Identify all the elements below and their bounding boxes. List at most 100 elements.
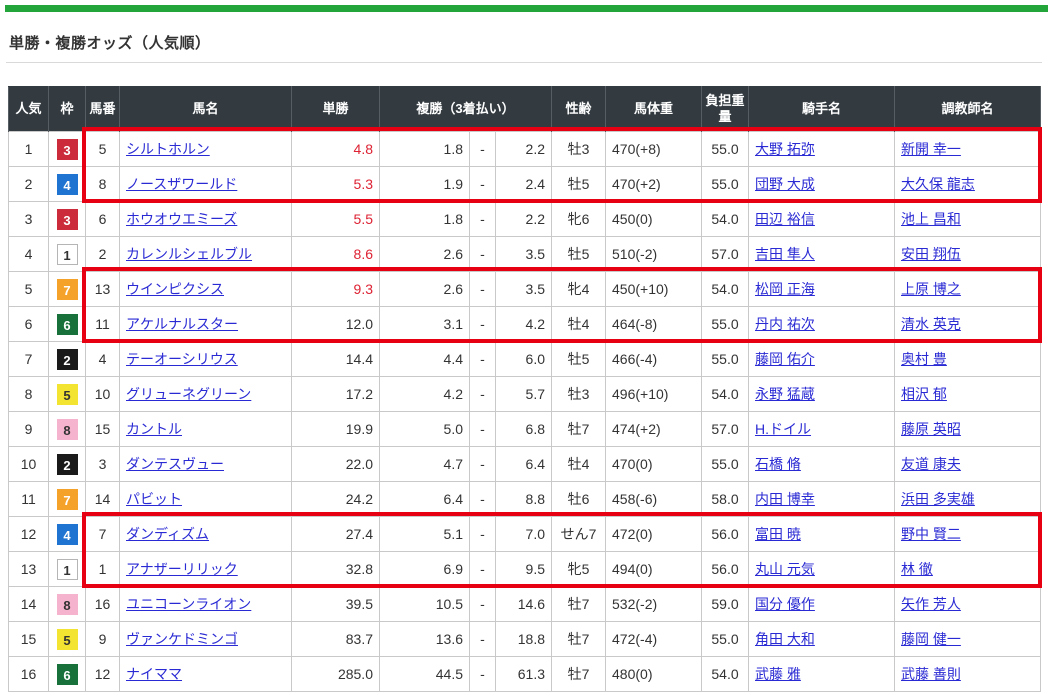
trainer-link[interactable]: 林 徹 — [901, 561, 933, 577]
carry-weight-cell: 54.0 — [702, 657, 749, 692]
rank-cell: 4 — [9, 237, 49, 272]
trainer-link[interactable]: 武藤 善則 — [901, 666, 961, 682]
horse-name-cell: グリューネグリーン — [120, 377, 292, 412]
jockey-cell: 永野 猛蔵 — [749, 377, 895, 412]
horse-name-link[interactable]: ダンテスヴュー — [126, 456, 224, 472]
horse-number-cell: 9 — [86, 622, 120, 657]
horse-name-cell: ダンディズム — [120, 517, 292, 552]
place-odds-separator: - — [470, 412, 496, 447]
rank-cell: 13 — [9, 552, 49, 587]
place-odds-high-cell: 5.7 — [496, 377, 552, 412]
horse-name-link[interactable]: アケルナルスター — [126, 316, 238, 332]
jockey-link[interactable]: 丹内 祐次 — [755, 316, 815, 332]
sex-age-cell: 牝4 — [552, 272, 606, 307]
sex-age-cell: 牡7 — [552, 622, 606, 657]
header-horse-weight: 馬体重 — [606, 87, 702, 132]
horse-name-link[interactable]: ナイママ — [126, 666, 182, 682]
trainer-link[interactable]: 奥村 豊 — [901, 351, 947, 367]
jockey-link[interactable]: 内田 博幸 — [755, 491, 815, 507]
rank-cell: 14 — [9, 587, 49, 622]
frame-badge: 7 — [57, 279, 78, 300]
trainer-cell: 武藤 善則 — [895, 657, 1041, 692]
header-place-odds: 複勝（3着払い） — [380, 87, 552, 132]
horse-name-link[interactable]: アナザーリリック — [126, 561, 238, 577]
jockey-link[interactable]: 国分 優作 — [755, 596, 815, 612]
trainer-link[interactable]: 藤原 英昭 — [901, 421, 961, 437]
header-sex-age: 性齢 — [552, 87, 606, 132]
horse-name-link[interactable]: カントル — [126, 421, 182, 437]
trainer-cell: 大久保 龍志 — [895, 167, 1041, 202]
frame-badge: 5 — [57, 384, 78, 405]
trainer-link[interactable]: 上原 博之 — [901, 281, 961, 297]
horse-number-cell: 4 — [86, 342, 120, 377]
horse-name-link[interactable]: ウインピクシス — [126, 281, 224, 297]
rank-cell: 15 — [9, 622, 49, 657]
horse-name-link[interactable]: ヴァンケドミンゴ — [126, 631, 238, 647]
trainer-link[interactable]: 新開 幸一 — [901, 141, 961, 157]
horse-weight-cell: 496(+10) — [606, 377, 702, 412]
trainer-link[interactable]: 矢作 芳人 — [901, 596, 961, 612]
rank-cell: 2 — [9, 167, 49, 202]
jockey-link[interactable]: H.ドイル — [755, 421, 811, 437]
trainer-link[interactable]: 野中 賢二 — [901, 526, 961, 542]
horse-name-link[interactable]: ホウオウエミーズ — [126, 211, 237, 227]
place-odds-high-cell: 2.4 — [496, 167, 552, 202]
horse-name-link[interactable]: ダンディズム — [126, 526, 209, 542]
trainer-cell: 藤岡 健一 — [895, 622, 1041, 657]
frame-cell: 3 — [49, 132, 86, 167]
horse-name-link[interactable]: グリューネグリーン — [126, 386, 251, 402]
jockey-link[interactable]: 石橋 脩 — [755, 456, 801, 472]
jockey-link[interactable]: 武藤 雅 — [755, 666, 801, 682]
carry-weight-cell: 54.0 — [702, 202, 749, 237]
jockey-link[interactable]: 角田 大和 — [755, 631, 815, 647]
jockey-link[interactable]: 藤岡 佑介 — [755, 351, 815, 367]
carry-weight-cell: 55.0 — [702, 447, 749, 482]
sex-age-cell: 牡7 — [552, 587, 606, 622]
horse-name-cell: アナザーリリック — [120, 552, 292, 587]
place-odds-separator: - — [470, 237, 496, 272]
horse-name-link[interactable]: カレンルシェルブル — [126, 246, 252, 262]
trainer-link[interactable]: 友道 康夫 — [901, 456, 961, 472]
place-odds-low-cell: 1.8 — [380, 202, 470, 237]
place-odds-low-cell: 2.6 — [380, 237, 470, 272]
frame-cell: 8 — [49, 587, 86, 622]
odds-page: 単勝・複勝オッズ（人気順） 人気 枠 馬番 馬名 単勝 複勝（3着払い） 性齢 … — [0, 0, 1048, 700]
table-row: 2 4 8 ノースザワールド 5.3 1.9 - 2.4 牡5 470(+2) … — [9, 167, 1041, 202]
horse-name-link[interactable]: テーオーシリウス — [126, 351, 238, 367]
jockey-link[interactable]: 永野 猛蔵 — [755, 386, 815, 402]
trainer-link[interactable]: 相沢 郁 — [901, 386, 947, 402]
trainer-link[interactable]: 浜田 多実雄 — [901, 491, 975, 507]
jockey-link[interactable]: 大野 拓弥 — [755, 141, 815, 157]
place-odds-high-cell: 61.3 — [496, 657, 552, 692]
jockey-link[interactable]: 団野 大成 — [755, 176, 815, 192]
table-row: 10 2 3 ダンテスヴュー 22.0 4.7 - 6.4 牡4 470(0) … — [9, 447, 1041, 482]
jockey-link[interactable]: 田辺 裕信 — [755, 211, 815, 227]
horse-name-link[interactable]: パビット — [126, 491, 182, 507]
horse-number-cell: 1 — [86, 552, 120, 587]
horse-weight-cell: 474(+2) — [606, 412, 702, 447]
place-odds-low-cell: 3.1 — [380, 307, 470, 342]
place-odds-separator: - — [470, 307, 496, 342]
win-odds-cell: 83.7 — [292, 622, 380, 657]
jockey-cell: 石橋 脩 — [749, 447, 895, 482]
trainer-link[interactable]: 藤岡 健一 — [901, 631, 961, 647]
horse-weight-cell: 450(0) — [606, 202, 702, 237]
horse-name-link[interactable]: ノースザワールド — [126, 176, 237, 192]
jockey-link[interactable]: 富田 暁 — [755, 526, 801, 542]
place-odds-high-cell: 6.4 — [496, 447, 552, 482]
trainer-link[interactable]: 大久保 龍志 — [901, 176, 975, 192]
trainer-link[interactable]: 安田 翔伍 — [901, 246, 961, 262]
carry-weight-cell: 54.0 — [702, 272, 749, 307]
horse-name-link[interactable]: ユニコーンライオン — [126, 596, 251, 612]
trainer-link[interactable]: 清水 英克 — [901, 316, 961, 332]
horse-name-link[interactable]: シルトホルン — [126, 141, 210, 157]
jockey-link[interactable]: 吉田 隼人 — [755, 246, 815, 262]
jockey-link[interactable]: 丸山 元気 — [755, 561, 815, 577]
place-odds-high-cell: 9.5 — [496, 552, 552, 587]
jockey-link[interactable]: 松岡 正海 — [755, 281, 815, 297]
jockey-cell: 団野 大成 — [749, 167, 895, 202]
trainer-link[interactable]: 池上 昌和 — [901, 211, 961, 227]
place-odds-separator: - — [470, 167, 496, 202]
carry-weight-cell: 55.0 — [702, 132, 749, 167]
jockey-cell: 大野 拓弥 — [749, 132, 895, 167]
